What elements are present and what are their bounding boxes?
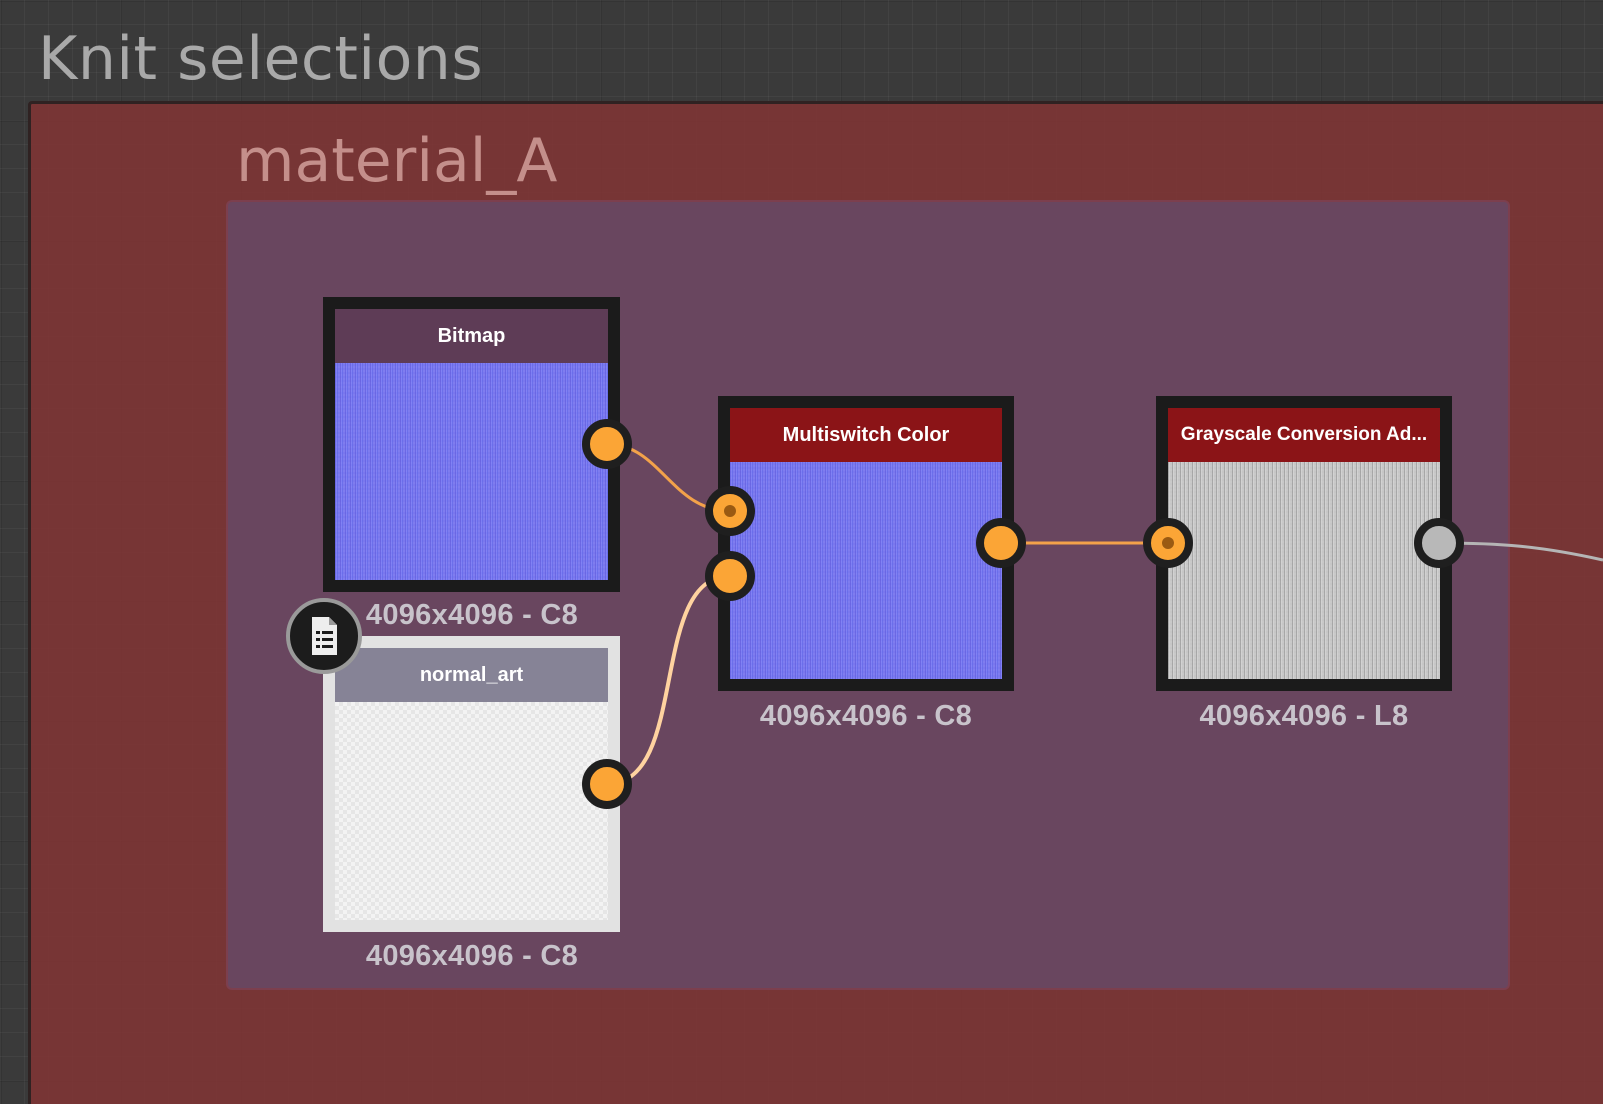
node-normal-art-info: 4096x4096 - C8 <box>365 940 579 972</box>
multiswitch-input-port-1[interactable] <box>705 486 755 536</box>
node-normal-art-thumbnail <box>335 702 608 920</box>
grayscale-output-port[interactable] <box>1414 518 1464 568</box>
document-lines-icon <box>312 617 337 655</box>
node-grayscale-title: Grayscale Conversion Ad... <box>1168 408 1440 462</box>
normal-art-output-port[interactable] <box>582 759 632 809</box>
node-normal-art-title: normal_art <box>335 648 608 702</box>
outer-frame-title[interactable]: Knit selections <box>38 24 483 94</box>
node-bitmap-info: 4096x4096 - C8 <box>365 599 579 631</box>
multiswitch-output-port[interactable] <box>976 518 1026 568</box>
inner-frame-title[interactable]: material_A <box>236 126 557 196</box>
node-multiswitch-thumbnail <box>730 462 1002 679</box>
multiswitch-input-port-2[interactable] <box>705 551 755 601</box>
node-multiswitch-color[interactable]: Multiswitch Color <box>718 396 1014 691</box>
node-grayscale-thumbnail <box>1168 462 1440 679</box>
node-multiswitch-info: 4096x4096 - C8 <box>759 700 973 732</box>
node-bitmap-thumbnail <box>335 363 608 580</box>
node-normal-art[interactable]: normal_art <box>323 636 620 932</box>
port-connected-dot <box>1162 537 1174 549</box>
node-bitmap-title: Bitmap <box>335 309 608 363</box>
grayscale-input-port[interactable] <box>1143 518 1193 568</box>
comment-icon-button[interactable] <box>286 598 362 674</box>
node-grayscale-info: 4096x4096 - L8 <box>1199 700 1409 732</box>
node-bitmap[interactable]: Bitmap <box>323 297 620 592</box>
node-grayscale-conversion[interactable]: Grayscale Conversion Ad... <box>1156 396 1452 691</box>
node-multiswitch-title: Multiswitch Color <box>730 408 1002 462</box>
bitmap-output-port[interactable] <box>582 419 632 469</box>
port-connected-dot <box>724 505 736 517</box>
